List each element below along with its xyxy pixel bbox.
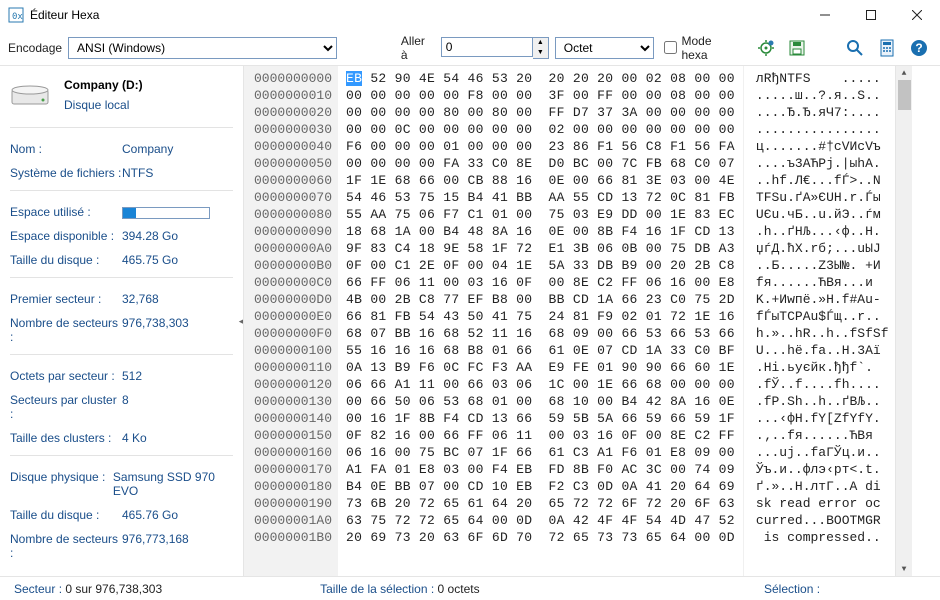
app-icon: 0x [8, 7, 24, 23]
property-key: Taille des clusters : [10, 431, 122, 445]
calculator-icon[interactable] [874, 35, 900, 61]
status-selsize-value: 0 octets [438, 582, 480, 596]
settings-gear-icon[interactable] [753, 35, 779, 61]
property-key: Premier secteur : [10, 292, 122, 306]
property-key: Taille du disque : [10, 508, 122, 522]
minimize-button[interactable] [802, 0, 848, 30]
property-key: Nom : [10, 142, 122, 156]
property-row: Taille du disque :465.76 Go [10, 508, 233, 522]
property-value: 8 [122, 393, 129, 421]
property-key: Nombre de secteurs : [10, 532, 122, 560]
goto-step-up[interactable]: ▲ [533, 38, 548, 48]
scroll-up-arrow[interactable]: ▲ [896, 66, 913, 80]
status-sector-label: Secteur : [14, 582, 62, 596]
property-value: Company [122, 142, 173, 156]
hex-mode-label: Mode hexa [681, 34, 740, 62]
property-row: Nombre de secteurs :976,773,168 [10, 532, 233, 560]
property-value: 465.76 Go [122, 508, 178, 522]
titlebar: 0x Éditeur Hexa [0, 0, 940, 30]
property-key: Nombre de secteurs : [10, 316, 122, 344]
help-icon[interactable]: ? [906, 35, 932, 61]
property-value: Samsung SSD 970 EVO [113, 470, 233, 498]
search-icon[interactable] [842, 35, 868, 61]
property-value: 4 Ko [122, 431, 147, 445]
goto-label: Aller à [401, 34, 435, 62]
disk-type: Disque local [64, 98, 143, 112]
property-row: Taille des clusters :4 Ko [10, 431, 233, 445]
statusbar: Secteur : 0 sur 976,738,303 Taille de la… [0, 576, 940, 600]
property-key: Octets par secteur : [10, 369, 122, 383]
property-value: 976,738,303 [122, 316, 189, 344]
ascii-column[interactable]: лRђNTFS ..... .....ш..?.я..Ѕ.. ....Ђ.Ђ.я… [743, 66, 895, 576]
property-key: Secteurs par cluster : [10, 393, 122, 421]
property-value: 32,768 [122, 292, 159, 306]
property-row: Secteurs par cluster :8 [10, 393, 233, 421]
property-key: Taille du disque : [10, 253, 122, 267]
sidebar-collapse-handle[interactable]: ◂ [238, 301, 244, 341]
status-sector-value: 0 sur 976,738,303 [65, 582, 162, 596]
property-key: Système de fichiers : [10, 166, 122, 180]
hex-mode-checkbox[interactable]: Mode hexa [664, 34, 740, 62]
svg-text:?: ? [915, 41, 922, 55]
property-row: Octets par secteur :512 [10, 369, 233, 383]
scroll-thumb[interactable] [898, 80, 911, 110]
hex-mode-input[interactable] [664, 41, 677, 54]
property-key: Espace disponible : [10, 229, 122, 243]
property-value: NTFS [122, 166, 153, 180]
property-row: Nom :Company [10, 142, 233, 156]
goto-unit-select[interactable]: Octet [555, 37, 655, 59]
property-row: Espace disponible :394.28 Go [10, 229, 233, 243]
property-value [122, 205, 210, 219]
property-value: 512 [122, 369, 142, 383]
scroll-down-arrow[interactable]: ▼ [896, 562, 913, 576]
status-sel-label: Sélection : [764, 582, 820, 596]
close-button[interactable] [894, 0, 940, 30]
property-row: Nombre de secteurs :976,738,303 [10, 316, 233, 344]
usage-bar [122, 207, 210, 219]
property-value: 465.75 Go [122, 253, 178, 267]
window-title: Éditeur Hexa [30, 8, 802, 22]
maximize-button[interactable] [848, 0, 894, 30]
vertical-scrollbar[interactable]: ▲ ▼ [895, 66, 912, 576]
sidebar: Company (D:) Disque local Nom :CompanySy… [0, 66, 244, 576]
hex-view[interactable]: 0000000000 0000000010 0000000020 0000000… [244, 66, 940, 576]
goto-step-down[interactable]: ▼ [533, 48, 548, 58]
status-selsize-label: Taille de la sélection : [320, 582, 434, 596]
property-row: Taille du disque :465.75 Go [10, 253, 233, 267]
encoding-select[interactable]: ANSI (Windows) [68, 37, 337, 59]
goto-input[interactable] [441, 37, 533, 57]
property-row: Premier secteur :32,768 [10, 292, 233, 306]
save-icon[interactable] [784, 35, 810, 61]
svg-text:0x: 0x [12, 12, 23, 22]
property-row: Disque physique :Samsung SSD 970 EVO [10, 470, 233, 498]
property-value: 394.28 Go [122, 229, 178, 243]
hex-bytes-column[interactable]: EB 52 90 4E 54 46 53 20 20 20 20 00 02 0… [338, 66, 743, 576]
property-row: Espace utilisé : [10, 205, 233, 219]
disk-name: Company (D:) [64, 78, 143, 92]
offset-column: 0000000000 0000000010 0000000020 0000000… [244, 66, 338, 576]
property-key: Espace utilisé : [10, 205, 122, 219]
property-key: Disque physique : [10, 470, 113, 498]
encoding-label: Encodage [8, 41, 62, 55]
property-row: Système de fichiers :NTFS [10, 166, 233, 180]
disk-icon [10, 82, 50, 113]
property-value: 976,773,168 [122, 532, 189, 560]
toolbar: Encodage ANSI (Windows) Aller à ▲ ▼ Octe… [0, 30, 940, 66]
